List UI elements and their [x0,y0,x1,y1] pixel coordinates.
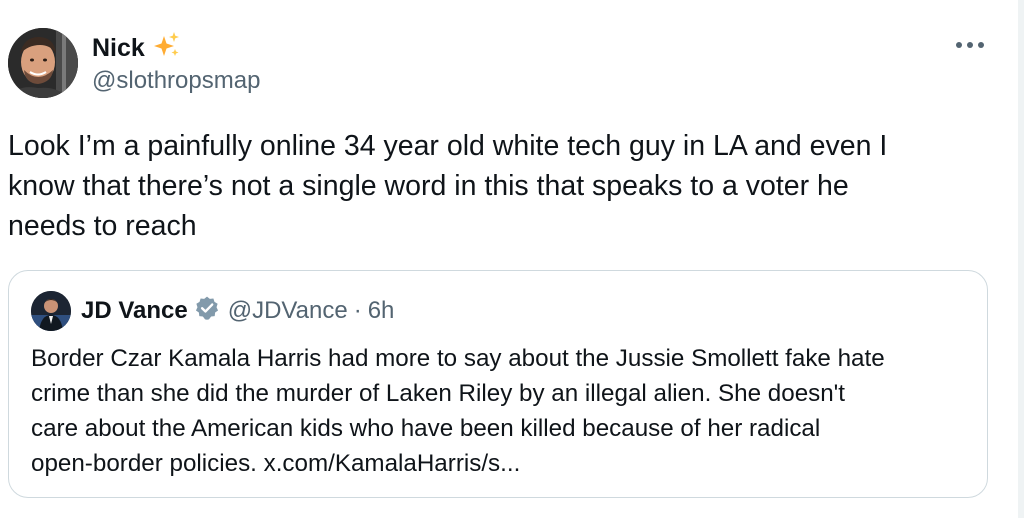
quoted-tweet-card[interactable]: JD Vance @JDVance · 6h Border Czar Kamal… [8,270,988,498]
quote-text: Border Czar Kamala Harris had more to sa… [31,341,971,481]
quote-author-handle[interactable]: @JDVance [228,296,348,326]
quote-text-line: crime than she did the murder of Laken R… [31,380,846,407]
page-edge-divider [1018,0,1024,518]
tweet-text-line: Look I’m a painfully online 34 year old … [8,130,888,162]
author-handle[interactable]: @slothropsmap [92,66,260,96]
quote-author-avatar[interactable] [31,291,71,331]
separator-dot: · [353,296,362,324]
quote-author-name[interactable]: JD Vance [81,296,188,326]
author-name[interactable]: Nick [92,33,145,63]
quote-text-line: Border Czar Kamala Harris had more to sa… [31,345,885,372]
author-name-row: Nick [92,30,181,65]
gray-verified-icon [188,295,228,326]
tweet-text-line: needs to reach [8,210,197,242]
quote-text-line: care about the American kids who have be… [31,415,821,442]
sparkles-icon [151,30,181,65]
more-horizontal-icon [956,42,984,48]
quote-timestamp[interactable]: 6h [368,296,395,326]
tweet-text-line: know that there’s not a single word in t… [8,170,849,202]
tweet: Nick @slothropsmap Look I’m a painfully … [0,0,1024,518]
more-options-button[interactable] [950,30,990,60]
author-avatar[interactable] [8,28,78,98]
quote-header: JD Vance @JDVance · 6h [81,295,394,326]
tweet-text: Look I’m a painfully online 34 year old … [8,126,968,246]
quote-text-line: open-border policies. x.com/KamalaHarris… [31,450,521,477]
